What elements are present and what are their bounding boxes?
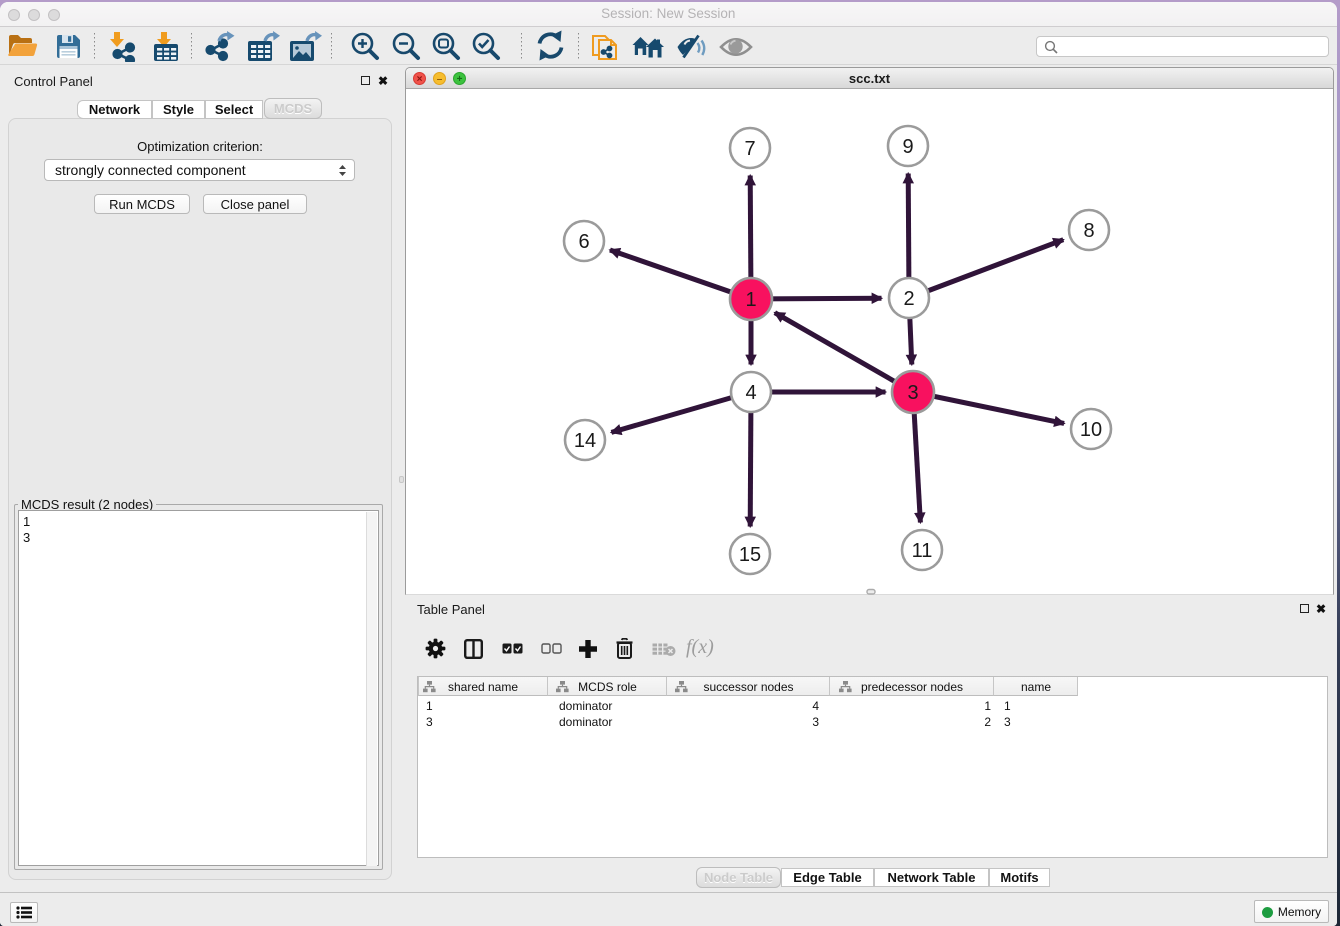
svg-text:9: 9 [902, 136, 913, 158]
svg-text:10: 10 [1080, 419, 1102, 441]
svg-text:1: 1 [745, 289, 756, 311]
svg-text:11: 11 [912, 540, 933, 562]
svg-text:14: 14 [574, 430, 596, 452]
svg-text:4: 4 [745, 382, 756, 404]
svg-text:8: 8 [1083, 220, 1094, 242]
svg-text:15: 15 [739, 544, 761, 566]
svg-text:7: 7 [744, 138, 755, 160]
svg-text:2: 2 [903, 288, 914, 310]
svg-text:6: 6 [578, 231, 589, 253]
svg-text:3: 3 [907, 382, 918, 404]
